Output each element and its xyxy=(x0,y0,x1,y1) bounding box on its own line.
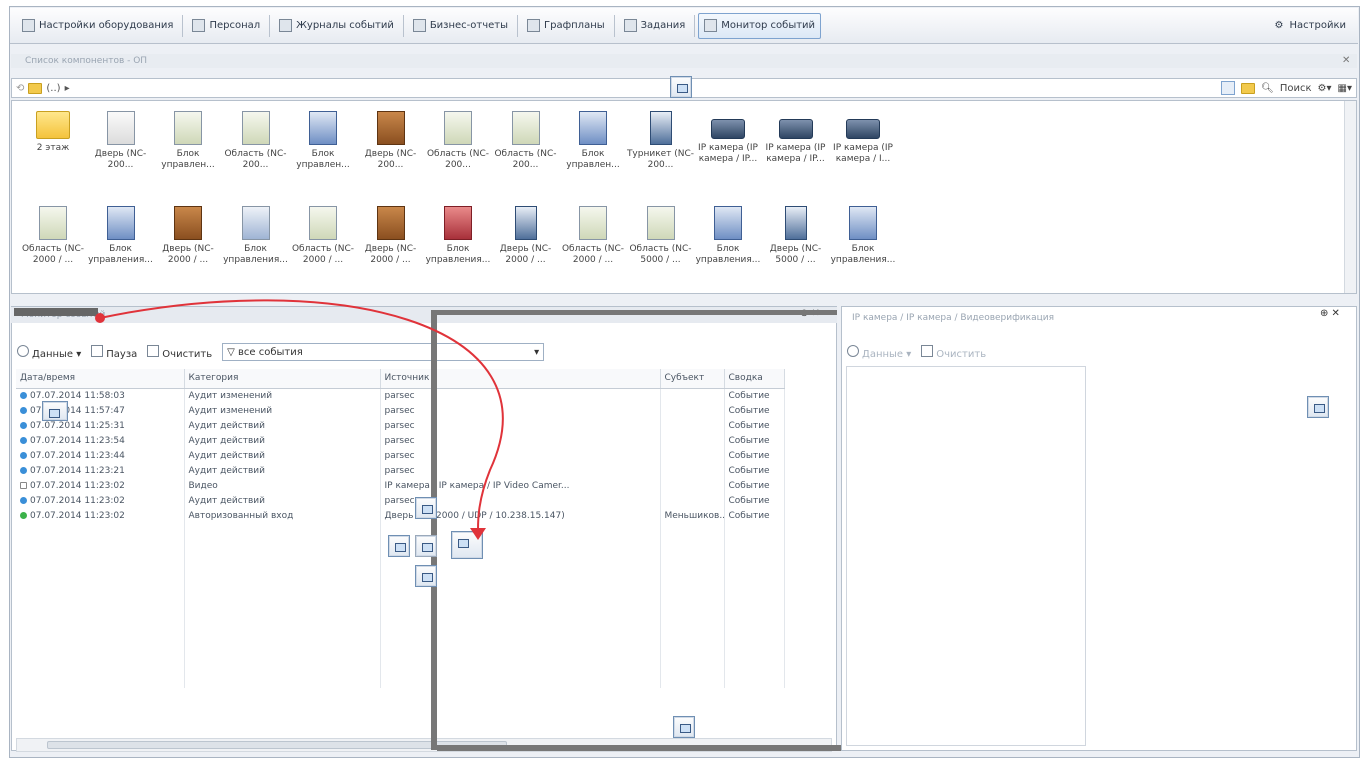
drag-arrow xyxy=(95,299,504,540)
